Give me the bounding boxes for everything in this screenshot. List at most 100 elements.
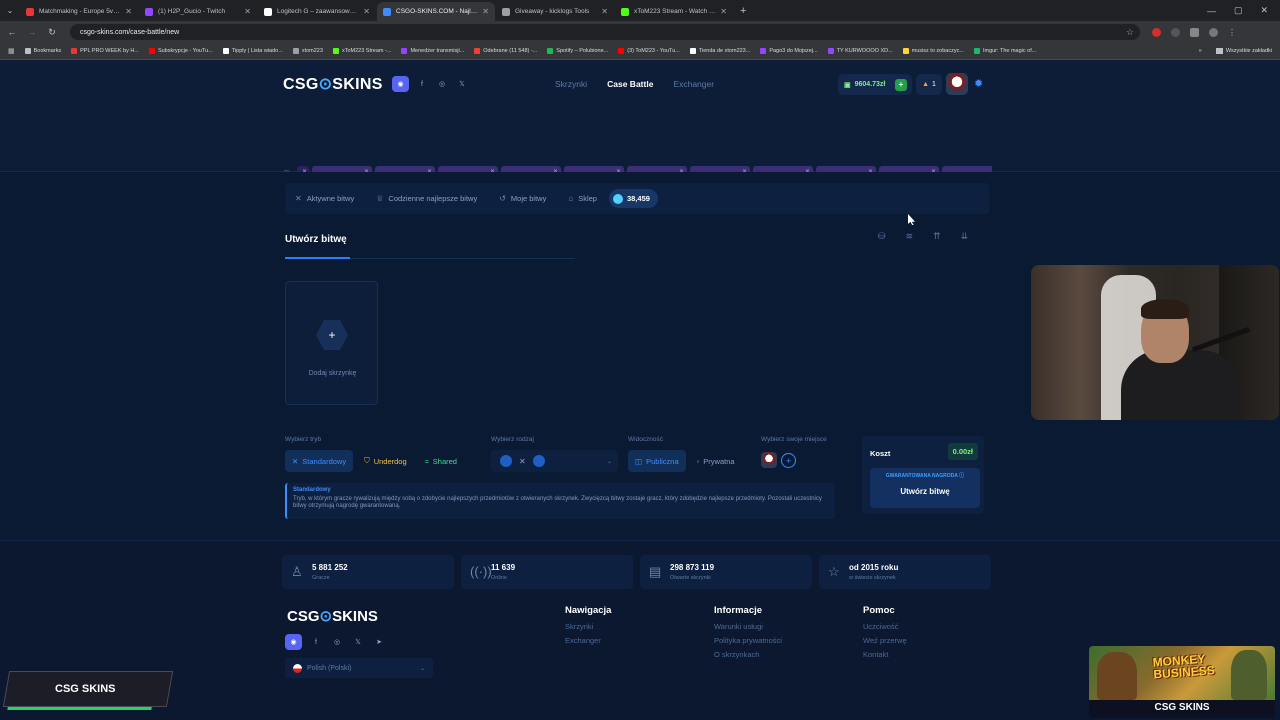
plus-icon[interactable]: + (316, 320, 348, 350)
footer-link[interactable]: Warunki usługi (714, 622, 782, 631)
browser-tab[interactable]: CSGO-SKINS.COM - Najlepsze ... ✕ (377, 2, 495, 21)
footer-link[interactable]: Weź przerwę (863, 636, 907, 645)
filter-active-battles[interactable]: ✕ Aktywne bitwy (295, 194, 354, 203)
visibility-public[interactable]: ◫ Publiczna (628, 450, 686, 472)
visibility-private[interactable]: ▫ Prywatna (690, 450, 742, 472)
footer-link[interactable]: Kontakt (863, 650, 907, 659)
facebook-icon[interactable]: f (309, 635, 323, 649)
players-select[interactable]: ✕ ⌄ (491, 450, 618, 472)
site-logo[interactable]: CSG⊙SKINS (283, 74, 383, 94)
x-icon[interactable]: 𝕏 (455, 77, 469, 91)
promo-overlay: MONKEY BUSINESS CSG SKINS (1089, 646, 1275, 718)
nav-exchanger[interactable]: Exchanger (673, 79, 714, 89)
logo-left: CSG (283, 76, 319, 93)
back-icon[interactable]: ← (4, 27, 20, 37)
sort-desc-icon[interactable]: ⇊ (961, 231, 969, 242)
language-select[interactable]: Polish (Polski) ⌄ (285, 658, 433, 678)
mode-shared[interactable]: ≈ Shared (418, 450, 464, 472)
puzzle-icon[interactable] (1190, 27, 1199, 37)
reload-icon[interactable]: ↻ (44, 27, 60, 38)
bookmark-item[interactable]: (3) ToM223 - YouTu... (618, 48, 680, 54)
close-window-icon[interactable]: ✕ (1260, 5, 1268, 16)
filter-daily-best[interactable]: ♕ Codzienne najlepsze bitwy (376, 194, 477, 203)
bookmark-favicon-icon (332, 48, 339, 54)
filter-my-battles[interactable]: ↺ Moje bitwy (499, 194, 546, 203)
apps-icon[interactable]: ▦ (8, 47, 15, 55)
nav-skrzynki[interactable]: Skrzynki (555, 79, 587, 89)
webcam-person-body (1121, 350, 1241, 420)
stack-icon[interactable]: ≋ (906, 231, 914, 242)
bookmark-item[interactable]: musisz to zobaczyc... (902, 48, 964, 54)
balance-display[interactable]: ▣ 9604.73zł + (838, 74, 912, 95)
bookmark-item[interactable]: xtom223 (292, 48, 323, 54)
mode-underdog[interactable]: ⛉ Underdog (357, 450, 414, 472)
sort-asc-icon[interactable]: ⇈ (933, 231, 941, 242)
bookmark-item[interactable]: PPL PRO WEEK by H... (71, 48, 139, 54)
close-tab-icon[interactable]: ✕ (482, 7, 489, 16)
bookmark-item[interactable]: TY KURWOOOO XD... (827, 48, 893, 54)
create-battle-button[interactable]: GWARANTOWANA NAGRODA ⓘ Utwórz bitwę (870, 468, 980, 508)
tab-list-icon[interactable]: ⌄ (0, 6, 20, 15)
bookmark-item[interactable]: Tienda de xtom223... (689, 48, 750, 54)
close-tab-icon[interactable]: ✕ (601, 7, 608, 16)
bookmark-label: Pago3 do Mojszej... (769, 48, 818, 54)
profile-icon[interactable] (1209, 27, 1218, 37)
footer-link[interactable]: Uczciwość (863, 622, 907, 631)
gear-icon[interactable]: ✹ (974, 77, 983, 90)
browser-tab[interactable]: Logitech G – zaawansowany sp...✕ (258, 2, 376, 21)
browser-tab[interactable]: xToM223 Stream - Watch Live ... ✕ (615, 2, 733, 21)
discord-icon[interactable]: ◉ (392, 76, 409, 92)
add-seat-button[interactable]: + (781, 453, 796, 468)
notifications-button[interactable]: ▲ 1 (916, 74, 942, 95)
menu-dots-icon[interactable]: ⋮ (1228, 28, 1236, 37)
chevron-right-icon[interactable]: » (1199, 48, 1202, 54)
bookmark-item[interactable]: Odebrane (11 548) -... (474, 48, 537, 54)
footer-logo[interactable]: CSG⊙SKINS (287, 607, 378, 625)
bookmark-item[interactable]: Imgur: The magic of... (973, 48, 1036, 54)
nav-case-battle[interactable]: Case Battle (607, 79, 653, 89)
new-tab-button[interactable]: + (740, 5, 746, 17)
deposit-button[interactable]: + (895, 78, 907, 91)
seat-avatar[interactable] (761, 452, 777, 468)
extension-icon[interactable] (1171, 27, 1180, 37)
mode-standard[interactable]: ✕ Standardowy (285, 450, 354, 472)
address-bar[interactable]: csgo-skins.com/case-battle/new ☆ (70, 24, 1140, 40)
bookmark-item[interactable]: Bookmarks (24, 48, 61, 54)
browser-tab[interactable]: Matchmaking - Europe 5v5 Qu... ✕ (20, 2, 138, 21)
x-icon[interactable]: 𝕏 (351, 635, 365, 649)
forward-icon[interactable]: → (24, 27, 40, 37)
close-tab-icon[interactable]: ✕ (244, 7, 251, 16)
trophy-icon: ♕ (376, 194, 384, 203)
extension-icon[interactable] (1152, 27, 1161, 37)
footer-link[interactable]: O skrzynkach (714, 650, 782, 659)
instagram-icon[interactable]: ◎ (330, 635, 344, 649)
add-case-card[interactable]: + Dodaj skrzynkę (285, 281, 378, 405)
telegram-icon[interactable]: ➤ (372, 635, 386, 649)
coins-badge[interactable]: 38,459 (608, 189, 658, 208)
all-bookmarks[interactable]: » Wszystkie zakładki (1199, 48, 1272, 54)
user-avatar[interactable] (946, 73, 968, 95)
bookmark-item[interactable]: Subskrypcje - YouTu... (148, 48, 213, 54)
browser-tab[interactable]: (1) H2P_Gucio - Twitch ✕ (139, 2, 257, 21)
close-tab-icon[interactable]: ✕ (125, 7, 132, 16)
tab-favicon-icon (264, 7, 272, 16)
bookmark-item[interactable]: Spotify – Polubione... (547, 48, 608, 54)
bookmark-item[interactable]: Tipply | Lista wiado... (222, 48, 283, 54)
footer-link[interactable]: Polityka prywatności (714, 636, 782, 645)
facebook-icon[interactable]: f (415, 77, 429, 91)
bookmark-star-icon[interactable]: ☆ (1126, 27, 1134, 38)
bookmark-item[interactable]: Pago3 do Mojszej... (760, 48, 818, 54)
instagram-icon[interactable]: ◎ (435, 77, 449, 91)
footer-link[interactable]: Skrzynki (565, 622, 611, 631)
browser-tab[interactable]: Giveaway - kicklogs Tools ✕ (496, 2, 614, 21)
discord-icon[interactable]: ◉ (285, 634, 302, 650)
bookmark-item[interactable]: xToM223 Stream -... (332, 48, 391, 54)
footer-link[interactable]: Exchanger (565, 636, 611, 645)
cases-icon[interactable]: ⛁ (878, 231, 886, 242)
close-tab-icon[interactable]: ✕ (720, 7, 727, 16)
bookmark-item[interactable]: Menedżer transmisji... (401, 48, 464, 54)
minimize-icon[interactable]: — (1207, 6, 1216, 16)
maximize-icon[interactable]: ▢ (1234, 5, 1243, 16)
filter-shop[interactable]: ⌂ Sklep (568, 194, 597, 203)
close-tab-icon[interactable]: ✕ (363, 7, 370, 16)
